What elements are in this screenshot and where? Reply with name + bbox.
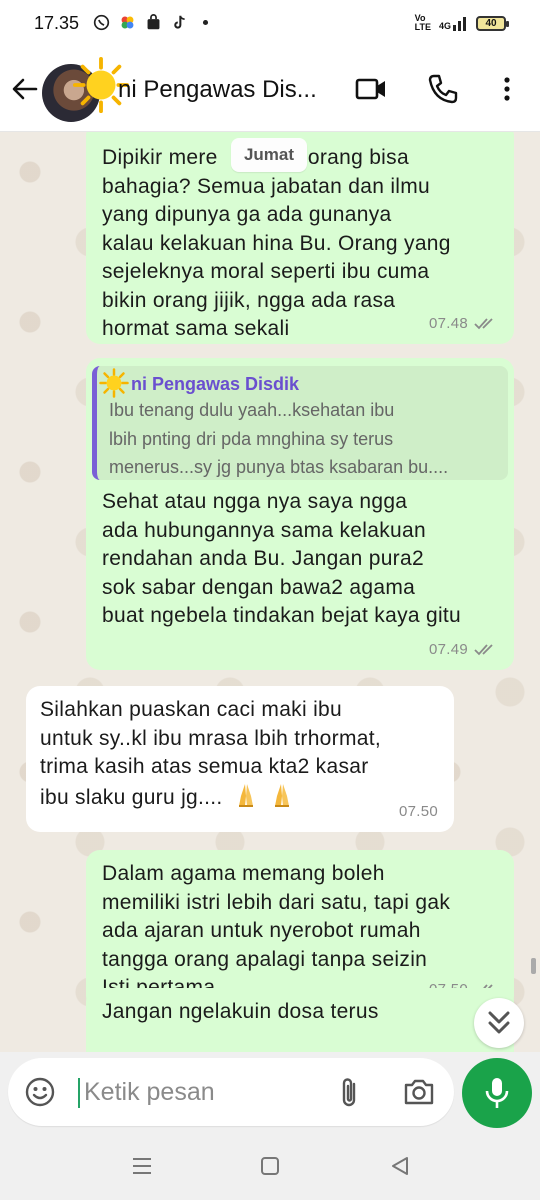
message-line: trima kasih atas semua kta2 kasar [40, 755, 369, 778]
message-line: sok sabar dengan bawa2 agama [102, 575, 416, 599]
message-input-container[interactable]: Ketik pesan [8, 1058, 454, 1126]
message-line: buat ngebela tindakan bejat kaya gitu [102, 604, 462, 627]
quoted-message[interactable]: ni Pengawas Disdik Ibu tenang dulu yaah.… [92, 366, 508, 480]
message-line: Sehat atau ngga nya saya ngga [102, 490, 408, 513]
photos-icon [121, 16, 134, 29]
message-meta: 07.48 [429, 310, 498, 339]
message-time: 07.49 [428, 640, 468, 658]
double-check-icon [474, 644, 493, 656]
folded-hands-icon [238, 783, 253, 807]
camera-icon[interactable] [402, 1076, 436, 1108]
message-bubble-outgoing[interactable]: Dalam agama memang boleh memiliki istri … [86, 850, 514, 1010]
signal-indicator: 4G [439, 15, 468, 31]
status-bar: 17.35 Vo LTE 4G 40 [0, 0, 540, 48]
quoted-text-line: lbih pnting dri pda mnghina sy terus [109, 428, 394, 449]
message-bubble-outgoing[interactable]: Jangan ngelakuin dosa terus [86, 988, 514, 1052]
message-line: Silahkan puaskan caci maki ibu [40, 698, 342, 721]
message-line: memiliki istri lebih dari satu, tapi gak [102, 890, 451, 914]
signal-icon [453, 17, 466, 31]
message-meta: 07.50 [399, 798, 438, 827]
sun-icon [99, 368, 129, 398]
status-time: 17.35 [34, 13, 80, 33]
message-line-with-emoji: ibu slaku guru jg.... [40, 782, 438, 813]
double-check-icon [474, 318, 493, 330]
message-line: bahagia? Semua jabatan dan ilmu [102, 174, 431, 198]
message-line: sejeleknya moral seperti ibu cuma [102, 260, 430, 283]
microphone-icon [485, 1078, 509, 1108]
message-line: yang dipunya ga ada gunanya [102, 203, 392, 226]
shopping-bag-icon [147, 14, 160, 30]
recent-apps-icon[interactable] [130, 1154, 154, 1178]
back-arrow-icon[interactable] [10, 74, 40, 104]
back-triangle-icon[interactable] [388, 1154, 412, 1178]
volte-icon: Vo LTE [414, 13, 431, 32]
chat-area[interactable]: Dipikir mere mi orang bisa bahagia? Semu… [0, 132, 540, 1052]
message-time: 07.48 [428, 314, 468, 332]
message-line: tangga orang apalagi tanpa seizin [102, 947, 428, 971]
network-type: 4G [438, 21, 451, 31]
message-line: ibu slaku guru jg.... [40, 785, 223, 809]
scrollbar-thumb[interactable] [531, 958, 536, 974]
message-line: Dalam agama memang boleh [102, 862, 385, 885]
whatsapp-icon [93, 14, 110, 31]
text-cursor [78, 1078, 80, 1108]
message-time: 07.50 [398, 802, 438, 820]
day-divider: Jumat [231, 138, 307, 172]
folded-hands-icon [274, 783, 289, 807]
message-line: ada ajaran untuk nyerobot rumah [102, 919, 421, 942]
home-icon[interactable] [258, 1154, 282, 1178]
double-chevron-down-icon [488, 1011, 510, 1034]
voice-message-button[interactable] [462, 1058, 532, 1128]
message-input[interactable]: Ketik pesan [84, 1078, 215, 1107]
message-composer: Ketik pesan [0, 1052, 540, 1132]
notification-icons [93, 14, 214, 31]
video-call-icon[interactable] [354, 72, 388, 106]
quoted-sender-name: ni Pengawas Disdik [131, 374, 300, 394]
message-bubble-incoming[interactable]: Silahkan puaskan caci maki ibu untuk sy.… [26, 686, 454, 832]
scroll-to-bottom-button[interactable] [474, 998, 524, 1048]
message-meta: 07.49 [429, 636, 498, 665]
message-line: Jangan ngelakuin dosa terus [102, 1000, 379, 1023]
battery-icon: 40 [476, 15, 509, 31]
dot-icon [202, 19, 209, 26]
message-line: ada hubungannya sama kelakuan [102, 518, 426, 542]
attachment-icon[interactable] [334, 1076, 366, 1110]
chat-header: ni Pengawas Dis... [0, 48, 540, 132]
voice-call-icon[interactable] [426, 72, 460, 106]
emoji-icon[interactable] [24, 1076, 56, 1108]
message-line: untuk sy..kl ibu mrasa lbih trhormat, [40, 726, 381, 750]
message-line: rendahan anda Bu. Jangan pura2 [102, 547, 424, 570]
quoted-text-line: menerus...sy jg punya btas ksabaran bu..… [109, 457, 449, 477]
message-line: kalau kelakuan hina Bu. Orang yang [102, 231, 451, 255]
system-navigation-bar [0, 1132, 540, 1200]
system-indicators: Vo LTE 4G 40 [414, 13, 509, 32]
quoted-text-line: Ibu tenang dulu yaah...ksehatan ibu [109, 400, 395, 420]
more-options-icon[interactable] [490, 72, 524, 106]
tiktok-icon [174, 15, 185, 29]
chat-title[interactable]: ni Pengawas Dis... [118, 76, 338, 104]
